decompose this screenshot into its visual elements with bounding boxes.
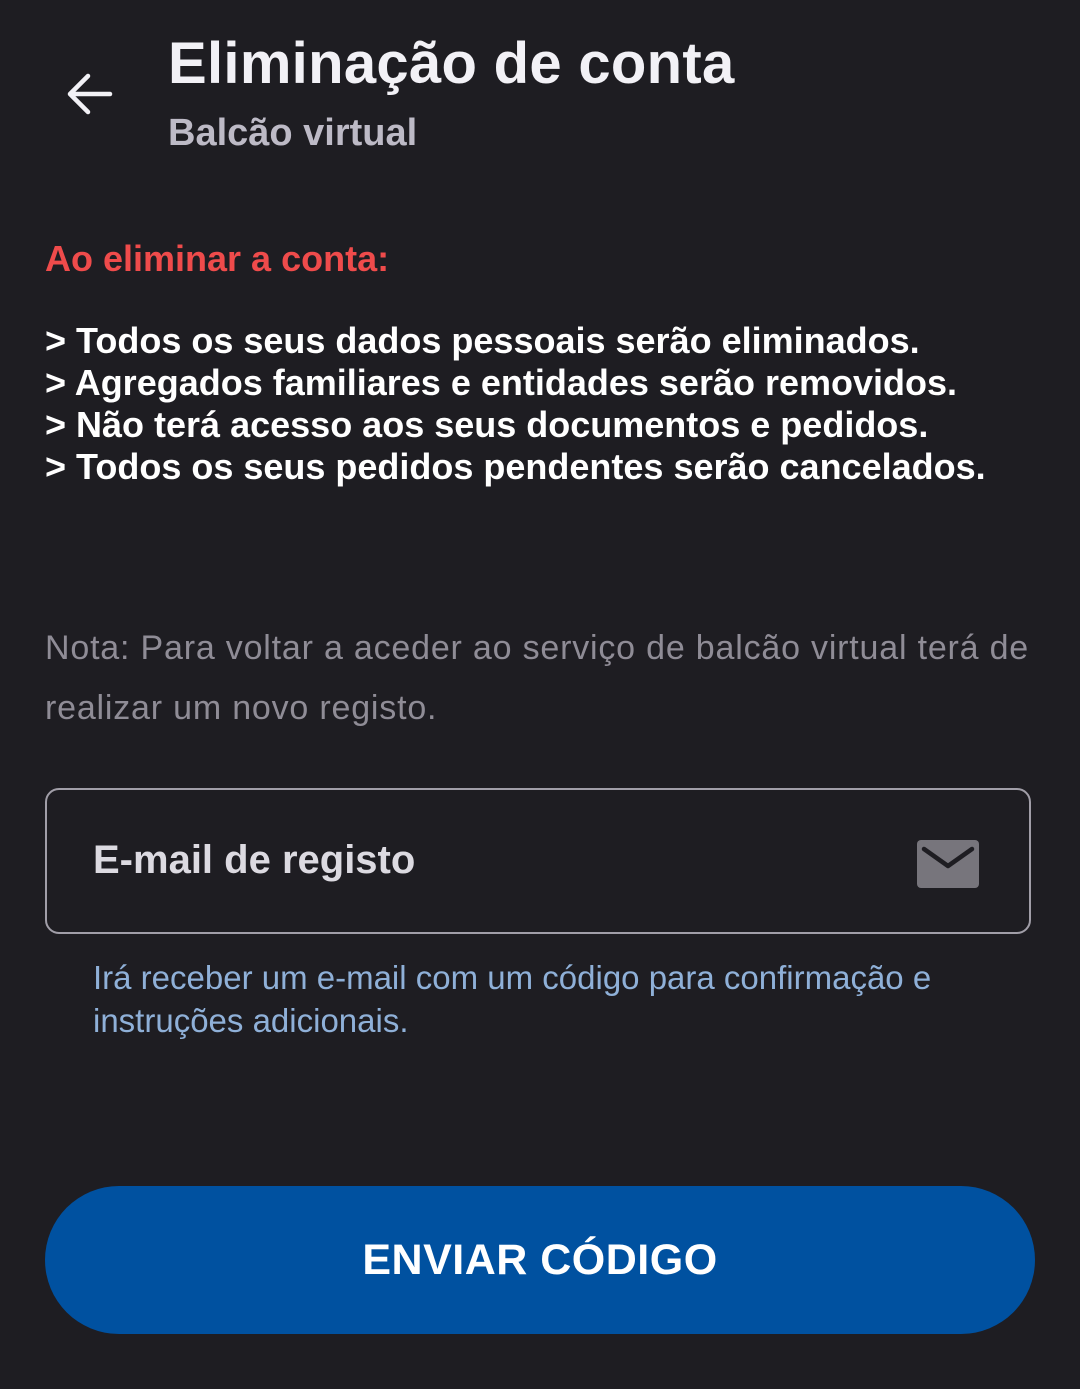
re-registration-note: Nota: Para voltar a aceder ao serviço de… [45,629,1030,727]
list-item: > Todos os seus dados pessoais serão eli… [45,320,920,361]
email-field[interactable]: E-mail de registo [45,788,1031,934]
email-field-label: E-mail de registo [93,838,416,882]
send-code-button[interactable]: ENVIAR CÓDIGO [45,1186,1035,1334]
app-header: Eliminação de conta Balcão virtual [0,0,1080,180]
mail-icon [917,840,979,888]
email-helper-text: Irá receber um e-mail com um código para… [93,959,932,1039]
consequences-list: > Todos os seus dados pessoais serão eli… [45,320,1045,488]
list-item: > Agregados familiares e entidades serão… [45,362,958,403]
page-subtitle: Balcão virtual [168,112,418,154]
list-item: > Todos os seus pedidos pendentes serão … [45,446,986,487]
back-button[interactable] [52,58,128,134]
page-title: Eliminação de conta [168,31,735,96]
warning-heading: Ao eliminar a conta: [45,238,390,279]
list-item: > Não terá acesso aos seus documentos e … [45,404,929,445]
arrow-left-icon [64,68,116,125]
